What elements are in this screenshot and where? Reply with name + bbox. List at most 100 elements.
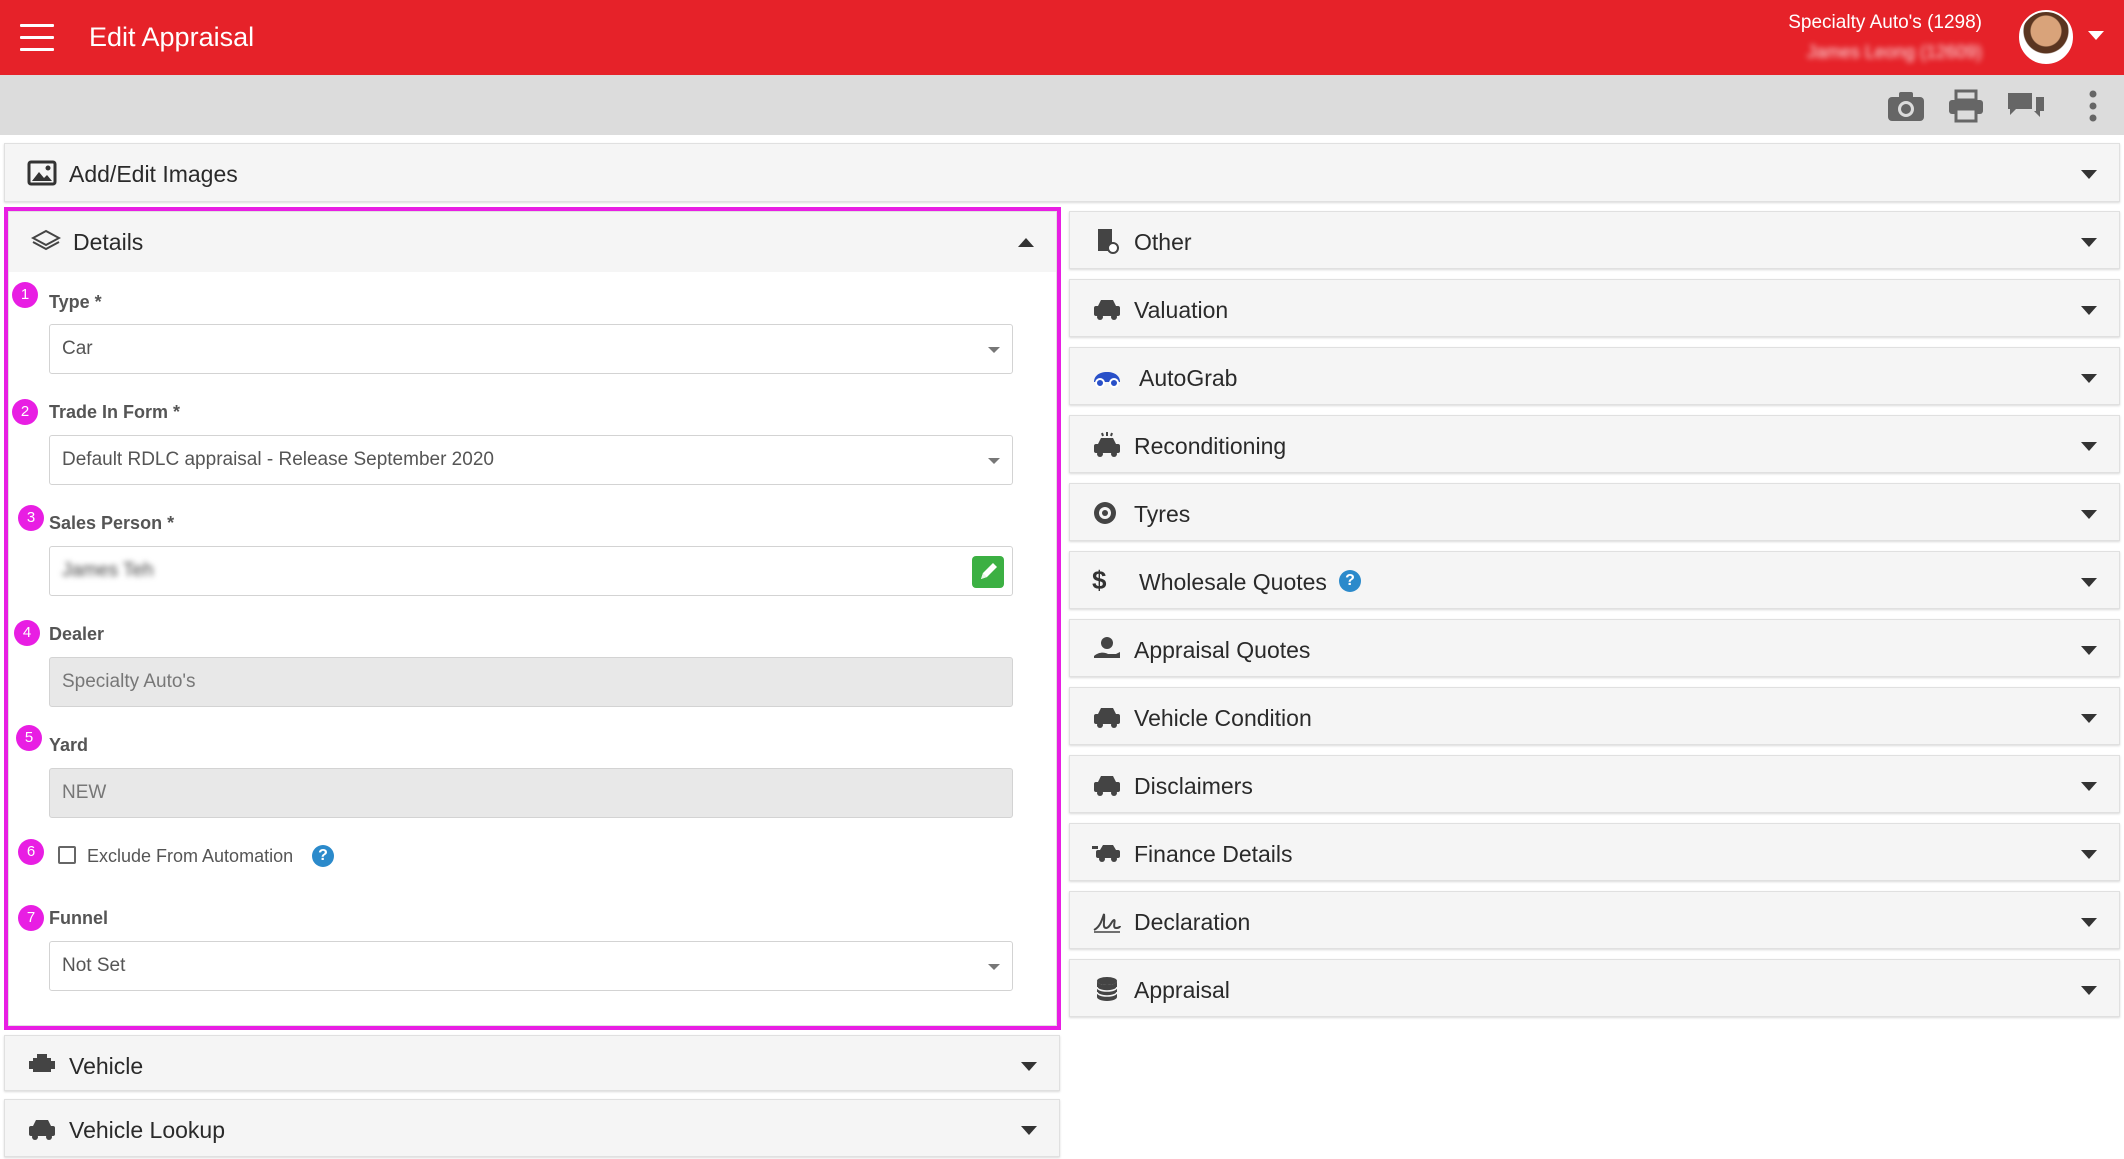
vehicle-panel-title: Vehicle [69,1053,144,1079]
car-wash-icon [1092,432,1122,458]
chevron-down-icon [2081,918,2097,927]
right-panel-title: Appraisal Quotes [1134,637,1311,663]
vehicle-panel-header[interactable]: Vehicle [5,1036,1059,1095]
chevron-down-icon [2081,442,2097,451]
document-icon [1092,228,1122,254]
right-panel-title: Appraisal [1134,977,1230,1003]
exclude-automation-checkbox[interactable] [58,846,76,864]
chevron-down-icon [2081,238,2097,247]
yard-value: NEW [62,782,107,803]
images-panel-header[interactable]: Add/Edit Images [5,144,2119,203]
dropdown-caret-icon [988,964,1000,970]
car-icon [1092,772,1122,798]
edit-sales-person-button[interactable] [972,556,1004,588]
right-panel-header[interactable]: Appraisal Quotes [1070,620,2119,679]
type-select[interactable]: Car [49,324,1013,374]
right-panel-title: Vehicle Condition [1134,705,1312,731]
images-panel-title: Add/Edit Images [69,161,238,187]
trade-in-form-select[interactable]: Default RDLC appraisal - Release Septemb… [49,435,1013,485]
pencil-icon [981,563,997,579]
right-panel-valuation: Valuation [1069,279,2120,337]
menu-icon[interactable] [20,24,54,52]
step-badge: 5 [16,725,42,751]
chevron-down-icon [1021,1126,1037,1135]
chevron-down-icon [2081,986,2097,995]
signature-icon [1092,908,1122,934]
right-panel-header[interactable]: Appraisal [1070,960,2119,1019]
dollar-icon: $ [1092,565,1107,595]
more-vert-icon[interactable] [2080,89,2106,123]
layers-icon [30,228,62,254]
trade-in-form-value: Default RDLC appraisal - Release Septemb… [62,449,494,470]
vehicle-panel: Vehicle [4,1035,1060,1091]
database-icon [1092,976,1122,1002]
avatar[interactable] [2019,10,2073,64]
funnel-label: Funnel [49,908,108,928]
user-menu-caret-icon[interactable] [2088,31,2104,40]
step-badge: 6 [18,839,44,865]
chat-icon[interactable] [2006,89,2046,123]
chevron-down-icon [2081,510,2097,519]
step-badge: 7 [18,905,44,931]
right-panel-header[interactable]: Declaration [1070,892,2119,951]
sales-person-input[interactable]: James Teh [49,546,1013,596]
right-panel-header[interactable]: Tyres [1070,484,2119,543]
car-icon [27,1116,57,1142]
step-badge: 4 [14,620,40,646]
images-panel: Add/Edit Images [4,143,2120,202]
type-value: Car [62,338,93,359]
yard-label: Yard [49,735,89,755]
dealer-field: Specialty Auto's [49,657,1013,707]
details-body [9,272,1056,1025]
chevron-down-icon [2081,782,2097,791]
right-panel-title: Tyres [1134,501,1191,527]
type-label: Type * [49,292,102,312]
step-badge: 3 [18,505,44,531]
right-panel-title: Valuation [1134,297,1229,323]
right-panel-header[interactable]: $ Wholesale Quotes ? [1070,552,2119,611]
right-panel-other: Other [1069,211,2120,269]
details-panel-title: Details [73,229,144,255]
engine-icon [27,1052,57,1078]
funnel-value: Not Set [62,955,126,976]
right-panel-appraisal-quotes: Appraisal Quotes [1069,619,2120,677]
chevron-down-icon [2081,714,2097,723]
right-panel-header[interactable]: Disclaimers [1070,756,2119,815]
right-panel-header[interactable]: Reconditioning [1070,416,2119,475]
vehicle-lookup-panel-title: Vehicle Lookup [69,1117,226,1143]
tyre-icon [1092,500,1122,526]
hand-coin-icon [1092,636,1122,662]
details-panel-header[interactable]: Details [9,212,1056,271]
funnel-select[interactable]: Not Set [49,941,1013,991]
step-badge: 1 [12,282,38,308]
dealer-value: Specialty Auto's [62,671,196,692]
right-panel-header[interactable]: Other [1070,212,2119,271]
chevron-down-icon [2081,306,2097,315]
right-panel-title: Wholesale Quotes [1139,569,1327,595]
chevron-down-icon [2081,850,2097,859]
trade-in-form-label: Trade In Form * [49,402,181,422]
camera-icon[interactable] [1886,89,1926,123]
print-icon[interactable] [1946,89,1986,123]
help-icon[interactable]: ? [312,845,334,867]
exclude-automation-label: Exclude From Automation [87,846,294,866]
yard-field: NEW [49,768,1013,818]
vehicle-lookup-panel-header[interactable]: Vehicle Lookup [5,1100,1059,1159]
help-icon[interactable]: ? [1339,570,1361,592]
right-panel-finance-details: Finance Details [1069,823,2120,881]
right-panel-header[interactable]: Finance Details [1070,824,2119,883]
dealer-label: Dealer [49,624,105,644]
app-bar: Edit Appraisal Specialty Auto's (1298) J… [0,0,2124,75]
toolbar [0,75,2124,135]
right-panel-wholesale-quotes: $ Wholesale Quotes ? [1069,551,2120,609]
right-panel-header[interactable]: Vehicle Condition [1070,688,2119,747]
sales-person-label: Sales Person * [49,513,175,533]
right-panel-header[interactable]: Valuation [1070,280,2119,339]
right-panel-header[interactable]: AutoGrab [1070,348,2119,407]
right-panel-title: AutoGrab [1139,365,1238,391]
right-panel-reconditioning: Reconditioning [1069,415,2120,473]
chevron-down-icon [1021,1062,1037,1071]
right-panel-title: Other [1134,229,1192,255]
user-name: James Leong (12609) [1806,42,1982,62]
right-panel-vehicle-condition: Vehicle Condition [1069,687,2120,745]
